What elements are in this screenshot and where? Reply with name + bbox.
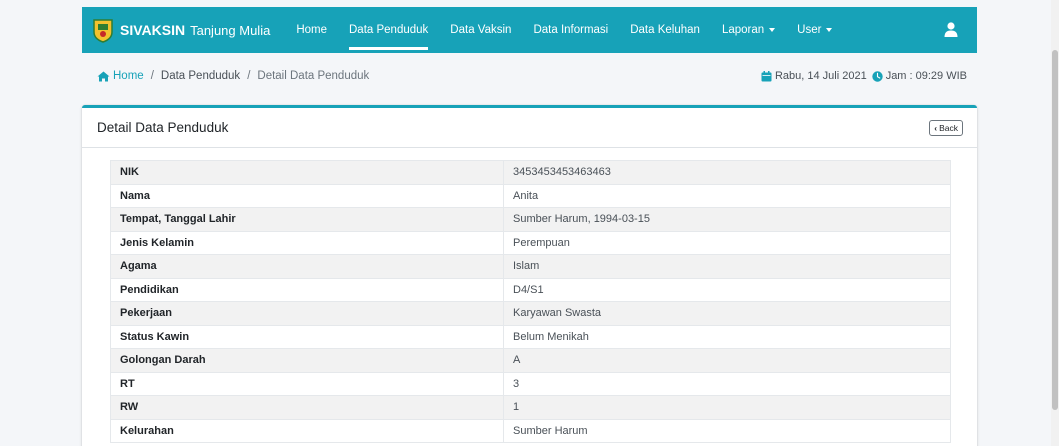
table-row: Golongan Darah A <box>110 348 951 373</box>
chevron-left-icon: ‹ <box>934 122 938 133</box>
breadcrumb-home-link[interactable]: Home <box>113 70 144 82</box>
nav-user-dropdown[interactable]: User <box>786 7 843 53</box>
nav-laporan-label: Laporan <box>721 24 765 36</box>
brand[interactable]: SIVAKSIN Tanjung Mulia <box>92 17 270 43</box>
table-row: Status Kawin Belum Menikah <box>110 324 951 349</box>
nav-user-label: User <box>797 24 822 36</box>
nav-data-keluhan[interactable]: Data Keluhan <box>619 7 711 53</box>
breadcrumb: Home / Data Penduduk / Detail Data Pendu… <box>97 70 369 82</box>
table-row: Pekerjaan Karyawan Swasta <box>110 301 951 326</box>
nav-data-penduduk[interactable]: Data Penduduk <box>338 7 439 53</box>
scrollbar-thumb[interactable] <box>1052 50 1058 410</box>
row-value: Belum Menikah <box>503 324 951 349</box>
row-value: Islam <box>503 254 951 279</box>
row-label: Pendidikan <box>110 277 504 302</box>
current-date: Rabu, 14 Juli 2021 <box>774 70 867 82</box>
nav-data-informasi[interactable]: Data Informasi <box>522 7 619 53</box>
nav-data-vaksin-label: Data Vaksin <box>450 24 512 36</box>
row-value: 3453453453463463 <box>503 160 951 185</box>
page-scrollbar[interactable] <box>1051 0 1059 446</box>
nav-home-label: Home <box>296 24 327 36</box>
current-time: Jam : 09:29 WIB <box>885 70 967 82</box>
row-label: Kelurahan <box>110 418 504 443</box>
row-value: A <box>503 348 951 373</box>
detail-table: NIK 3453453453463463 Nama Anita Tempat, Ta… <box>110 160 951 443</box>
row-label: Agama <box>110 254 504 279</box>
table-row: Agama Islam <box>110 254 951 279</box>
row-value: Sumber Harum, 1994-03-15 <box>503 207 951 232</box>
table-row: RT 3 <box>110 371 951 396</box>
table-row: RW 1 <box>110 395 951 420</box>
row-value: 1 <box>503 395 951 420</box>
nav-data-keluhan-label: Data Keluhan <box>630 24 700 36</box>
row-label: NIK <box>110 160 504 185</box>
row-label: Status Kawin <box>110 324 504 349</box>
nav-laporan-dropdown[interactable]: Laporan <box>711 7 786 53</box>
table-row: Nama Anita <box>110 183 951 208</box>
table-row: Kelurahan Sumber Harum <box>110 418 951 443</box>
nav-data-informasi-label: Data Informasi <box>533 24 609 36</box>
home-icon <box>97 71 110 81</box>
main-menu: Home Data Penduduk Data Vaksin Data Info… <box>285 7 843 53</box>
row-value: 3 <box>503 371 951 396</box>
date-time-display: Rabu, 14 Juli 2021 Jam : 09:29 WIB <box>761 70 967 82</box>
breadcrumb-separator: / <box>247 70 251 82</box>
card-title: Detail Data Penduduk <box>97 120 229 135</box>
row-value: Karyawan Swasta <box>503 301 951 326</box>
table-row: Tempat, Tanggal Lahir Sumber Harum, 1994-… <box>110 207 951 232</box>
nav-home[interactable]: Home <box>285 7 338 53</box>
row-label: Nama <box>110 183 504 208</box>
row-value: Anita <box>503 183 951 208</box>
table-row: Pendidikan D4/S1 <box>110 277 951 302</box>
user-account-icon[interactable] <box>944 22 958 37</box>
row-label: RT <box>110 371 504 396</box>
breadcrumb-data-penduduk-link[interactable]: Data Penduduk <box>161 70 240 82</box>
card-header: Detail Data Penduduk ‹ Back <box>82 108 977 148</box>
row-label: Pekerjaan <box>110 301 504 326</box>
back-button[interactable]: ‹ Back <box>929 119 963 136</box>
brand-location: Tanjung Mulia <box>190 22 271 38</box>
breadcrumb-current: Detail Data Penduduk <box>257 70 370 82</box>
nav-data-penduduk-label: Data Penduduk <box>349 24 429 36</box>
caret-down-icon <box>826 28 833 32</box>
clock-icon <box>871 70 883 82</box>
caret-down-icon <box>769 28 776 32</box>
row-value: Sumber Harum <box>503 418 951 443</box>
breadcrumb-separator: / <box>150 70 154 82</box>
row-label: Tempat, Tanggal Lahir <box>110 207 504 232</box>
nav-data-vaksin[interactable]: Data Vaksin <box>439 7 522 53</box>
top-navbar: SIVAKSIN Tanjung Mulia Home Data Pendudu… <box>82 7 977 53</box>
regency-emblem-icon <box>93 19 113 43</box>
table-row: Jenis Kelamin Perempuan <box>110 230 951 255</box>
detail-card: Detail Data Penduduk ‹ Back NIK 345345345… <box>82 105 977 446</box>
brand-name: SIVAKSIN <box>120 22 186 38</box>
back-button-label: Back <box>939 122 958 133</box>
calendar-icon <box>761 70 772 81</box>
row-label: Golongan Darah <box>110 348 504 373</box>
row-value: Perempuan <box>503 230 951 255</box>
table-row: NIK 3453453453463463 <box>110 160 951 185</box>
row-label: RW <box>110 395 504 420</box>
row-label: Jenis Kelamin <box>110 230 504 255</box>
row-value: D4/S1 <box>503 277 951 302</box>
